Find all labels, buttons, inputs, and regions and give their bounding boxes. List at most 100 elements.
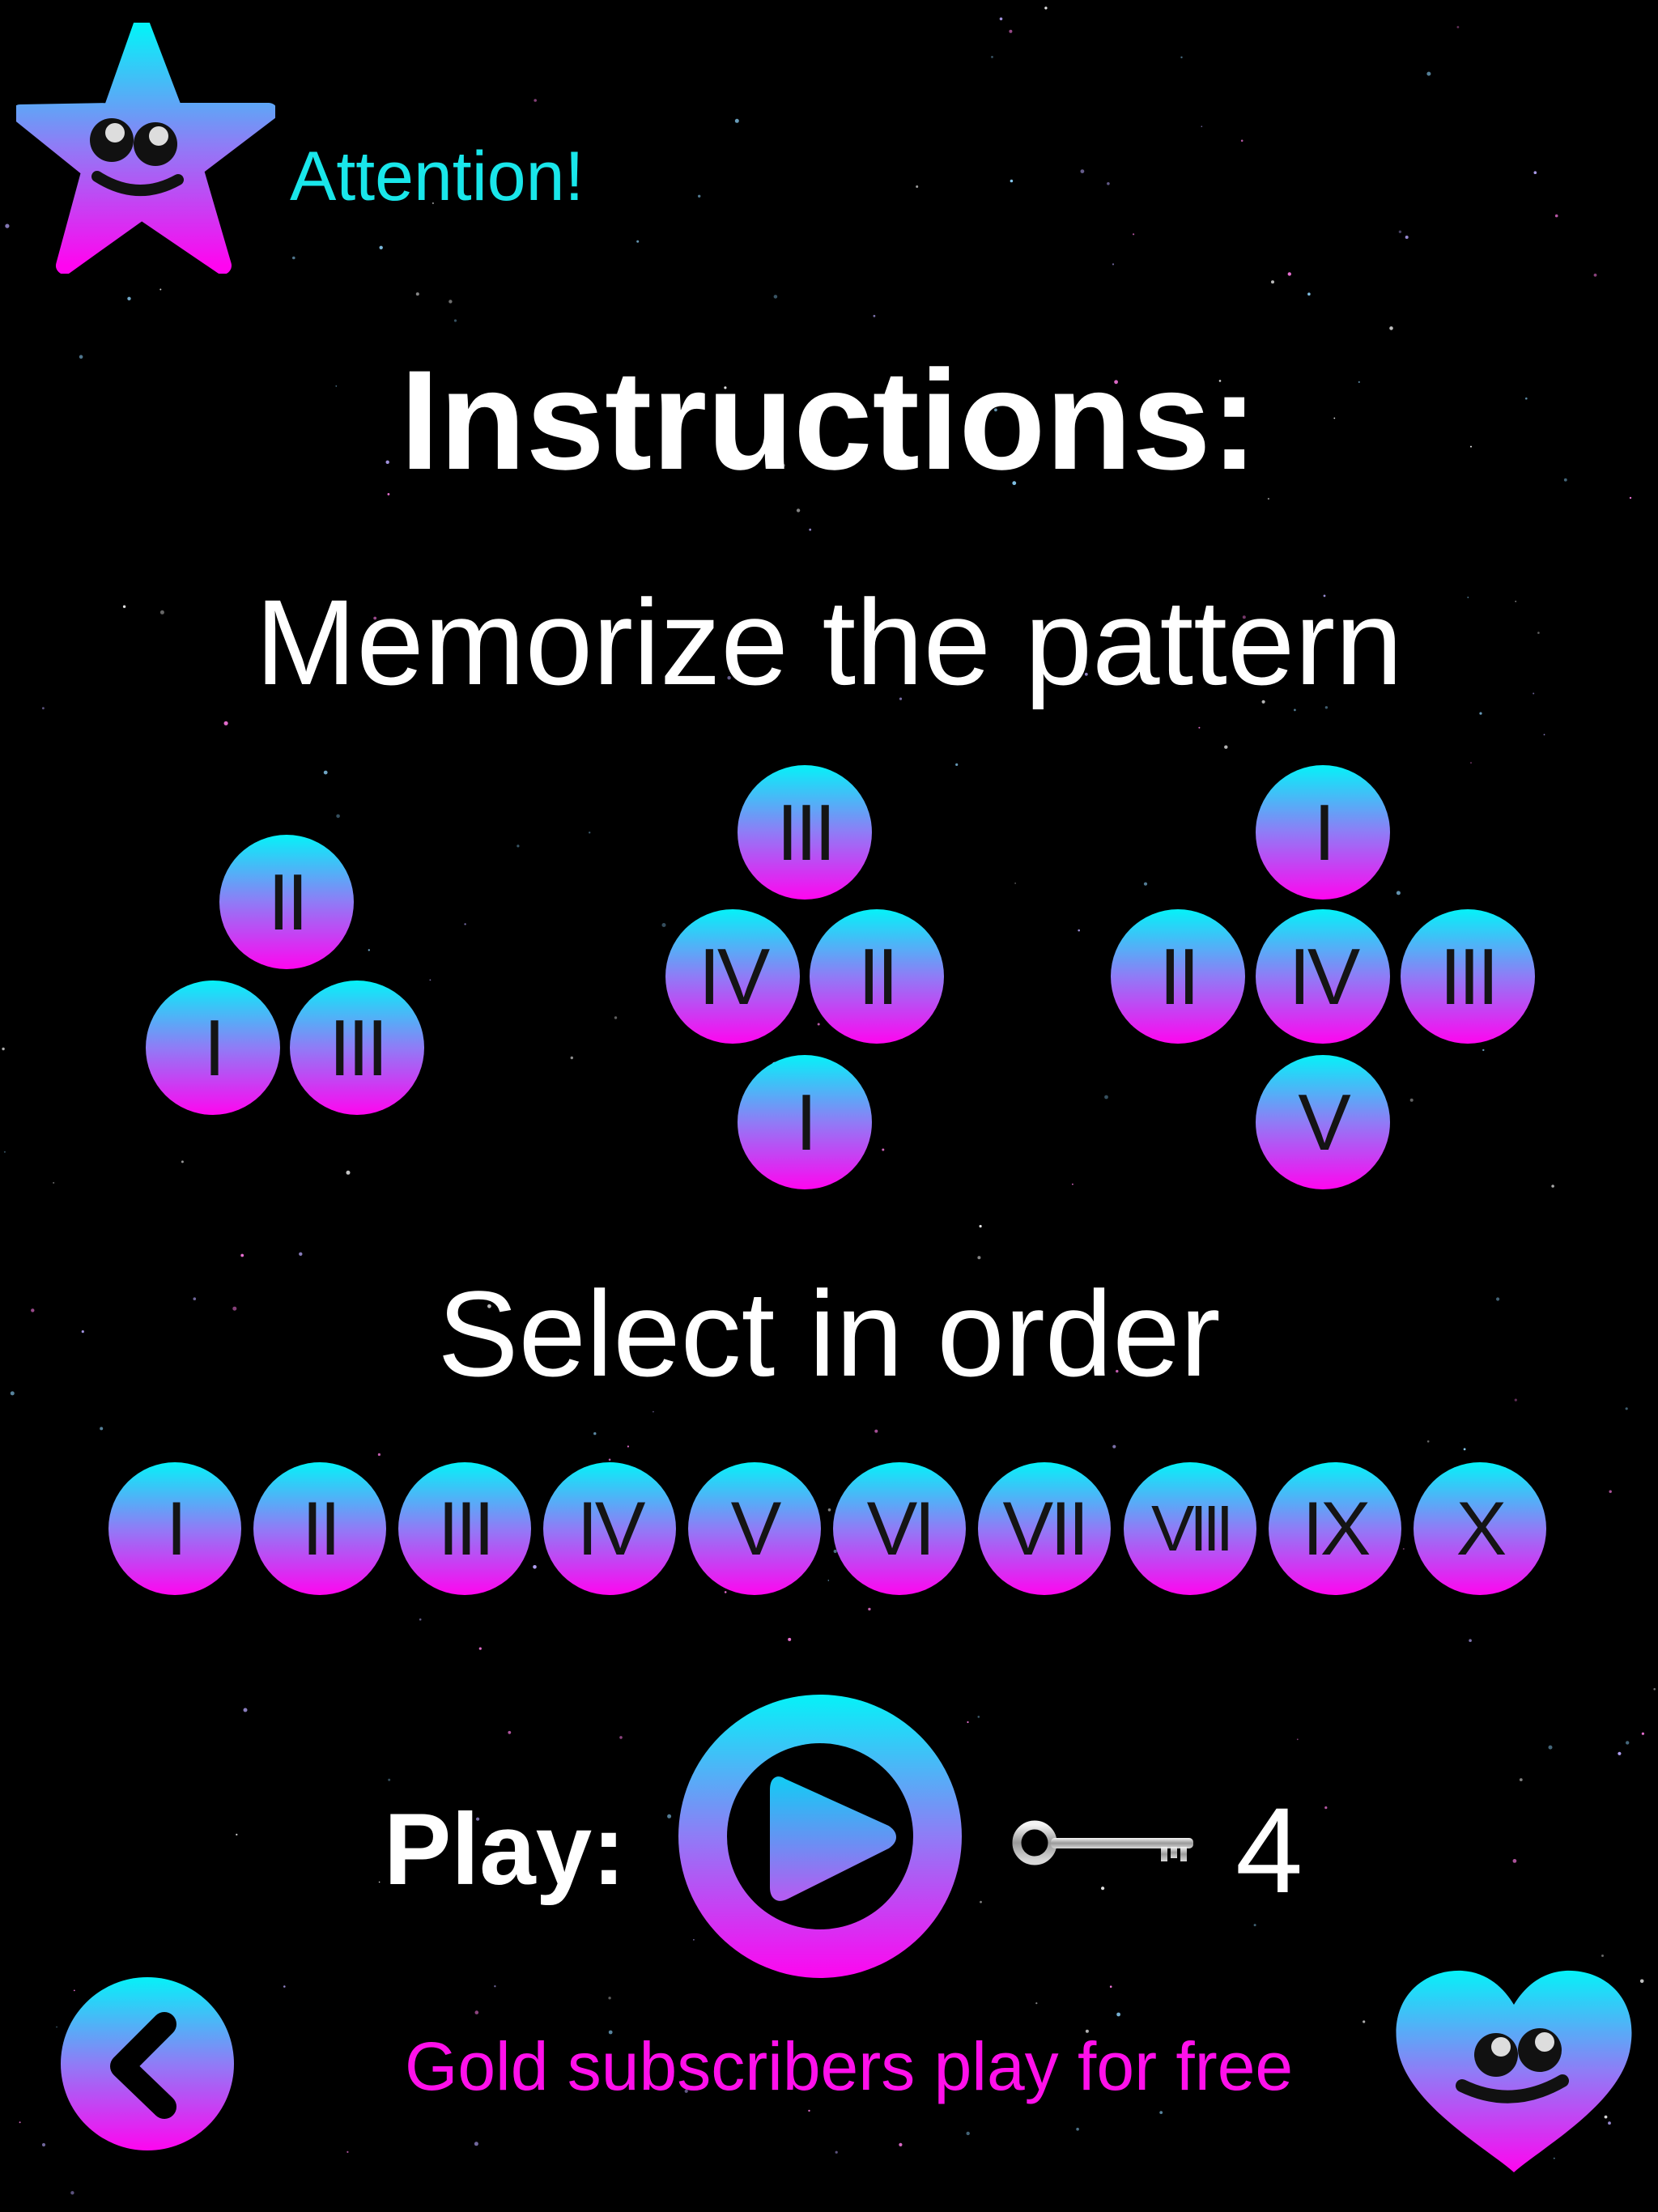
- play-icon: [770, 1776, 896, 1901]
- background-star: [835, 2150, 838, 2154]
- order-ball: VII: [978, 1462, 1111, 1595]
- background-star: [1072, 1183, 1073, 1185]
- background-star: [827, 1580, 830, 1581]
- background-star: [1512, 1859, 1517, 1863]
- order-ball: I: [108, 1462, 241, 1595]
- pattern-ball: I: [1256, 765, 1390, 900]
- key-icon: [1012, 1820, 1193, 1865]
- play-button[interactable]: [678, 1695, 962, 1978]
- pattern-ball: IV: [1256, 909, 1390, 1044]
- background-star: [636, 240, 640, 243]
- background-star: [1143, 882, 1148, 886]
- order-ball: VIII: [1124, 1462, 1256, 1595]
- background-star: [1548, 1745, 1553, 1750]
- background-star: [1396, 891, 1401, 895]
- background-star: [517, 844, 520, 848]
- background-star: [159, 288, 162, 291]
- background-star: [1080, 169, 1085, 174]
- background-star: [627, 1445, 630, 1448]
- background-star: [70, 2191, 74, 2195]
- background-star: [1109, 1985, 1112, 1988]
- background-star: [100, 1427, 104, 1431]
- background-star: [796, 508, 801, 513]
- background-star: [346, 1170, 351, 1175]
- background-star: [1519, 1778, 1523, 1782]
- star-face-icon: [16, 23, 275, 274]
- background-star: [127, 296, 131, 300]
- play-label: Play:: [384, 1793, 626, 1906]
- background-star: [1398, 230, 1402, 233]
- pattern-ball: IV: [665, 909, 800, 1044]
- background-star: [346, 2150, 349, 2153]
- page-title: Instructions:: [400, 342, 1258, 500]
- background-star: [991, 56, 993, 58]
- background-star: [1426, 71, 1431, 76]
- background-star: [1044, 6, 1048, 10]
- background-star: [1133, 233, 1135, 236]
- background-star: [323, 770, 328, 775]
- background-star: [809, 528, 812, 531]
- background-star: [1010, 179, 1014, 183]
- order-ball: III: [398, 1462, 531, 1595]
- background-star: [292, 256, 295, 260]
- background-star: [299, 1252, 303, 1257]
- memorize-instruction: Memorize the pattern: [255, 574, 1403, 710]
- pattern-ball: II: [1111, 909, 1245, 1044]
- background-star: [464, 923, 466, 925]
- background-star: [429, 979, 432, 981]
- background-star: [1224, 745, 1228, 749]
- background-star: [1076, 2127, 1079, 2131]
- background-star: [388, 1778, 391, 1781]
- background-star: [589, 832, 591, 834]
- background-star: [1116, 2012, 1120, 2017]
- order-ball: IX: [1269, 1462, 1401, 1595]
- background-star: [474, 2142, 478, 2146]
- background-star: [1479, 712, 1482, 715]
- background-star: [1463, 1448, 1466, 1451]
- pattern-ball: III: [738, 765, 872, 900]
- background-star: [1456, 26, 1460, 28]
- background-star: [1112, 1444, 1116, 1448]
- background-star: [1112, 263, 1115, 266]
- background-star: [453, 319, 457, 322]
- background-star: [494, 1985, 496, 1988]
- background-star: [1641, 1732, 1644, 1735]
- background-star: [19, 2121, 21, 2124]
- background-star: [608, 1458, 611, 1461]
- background-star: [1104, 1095, 1108, 1100]
- background-star: [243, 1708, 248, 1712]
- background-star: [980, 1900, 982, 1904]
- background-star: [1551, 1185, 1554, 1188]
- background-star: [614, 1016, 618, 1019]
- background-star: [1469, 1639, 1472, 1642]
- background-star: [667, 1814, 672, 1819]
- background-star: [1363, 2020, 1366, 2023]
- background-star: [533, 1565, 537, 1569]
- background-star: [1593, 273, 1597, 277]
- background-star: [1271, 280, 1274, 284]
- background-star: [827, 1508, 831, 1512]
- chevron-left-icon: [110, 2012, 176, 2119]
- background-star: [1389, 326, 1393, 330]
- background-star: [1601, 1955, 1604, 1957]
- background-star: [734, 118, 739, 123]
- background-star: [1470, 762, 1472, 764]
- back-button[interactable]: [61, 1977, 234, 2150]
- background-star: [966, 2131, 970, 2136]
- pattern-ball: V: [1256, 1055, 1390, 1189]
- attention-label: Attention!: [290, 138, 585, 215]
- subscription-promo: Gold subscribers play for free: [405, 2028, 1294, 2104]
- background-star: [478, 1647, 482, 1650]
- heart-face-icon[interactable]: [1391, 1966, 1637, 2176]
- background-star: [593, 1431, 597, 1436]
- pattern-ball: I: [738, 1055, 872, 1189]
- background-star: [5, 223, 10, 228]
- background-star: [1253, 1924, 1256, 1927]
- background-star: [56, 2026, 57, 2028]
- background-star: [1101, 1887, 1105, 1891]
- order-ball: IV: [543, 1462, 676, 1595]
- background-star: [1618, 1751, 1622, 1755]
- background-star: [977, 1256, 981, 1260]
- background-star: [1402, 1548, 1405, 1550]
- background-star: [336, 814, 340, 819]
